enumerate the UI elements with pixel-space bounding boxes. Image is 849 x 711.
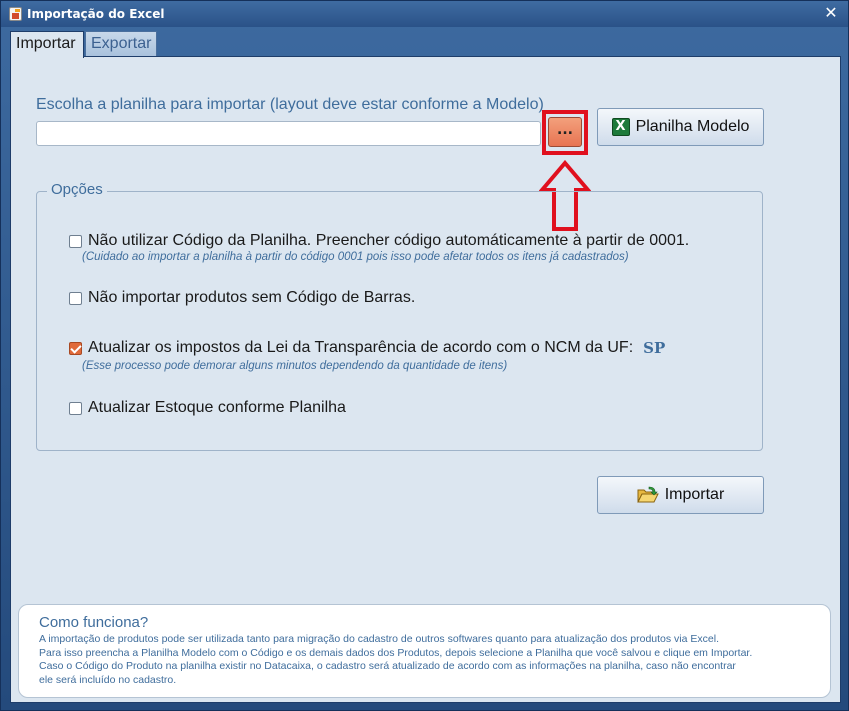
info-line: ele será incluído no cadastro. <box>39 673 177 686</box>
app-icon <box>9 7 22 21</box>
option-label: Atualizar os impostos da Lei da Transpar… <box>88 339 634 356</box>
import-button-label: Importar <box>664 486 725 503</box>
import-excel-window: Importação do Excel ✕ Importar Exportar … <box>0 0 849 711</box>
file-path-input[interactable] <box>36 121 541 146</box>
close-button[interactable]: ✕ <box>822 4 840 22</box>
info-line: A importação de produtos pode ser utiliz… <box>39 633 719 645</box>
info-line: Para isso preencha a Planilha Modelo com… <box>39 646 753 659</box>
planilha-modelo-label: Planilha Modelo <box>635 118 750 135</box>
checkbox-update-taxes[interactable] <box>69 341 82 355</box>
window-title: Importação do Excel <box>27 7 165 21</box>
how-it-works-text: A importação de produtos pode ser utiliz… <box>39 633 819 687</box>
info-line: Caso o Código do Produto na planilha exi… <box>39 660 736 672</box>
uf-value: SP <box>643 339 666 357</box>
option-label: Não importar produtos sem Código de Barr… <box>88 289 416 306</box>
option-update-stock[interactable]: Atualizar Estoque conforme Planilha <box>69 399 346 417</box>
option-skip-no-barcode[interactable]: Não importar produtos sem Código de Barr… <box>69 289 415 307</box>
folder-open-icon <box>636 486 659 503</box>
option-update-taxes[interactable]: Atualizar os impostos da Lei da Transpar… <box>69 339 665 357</box>
option-label: Atualizar Estoque conforme Planilha <box>88 399 346 416</box>
tab-importar[interactable]: Importar <box>10 31 84 58</box>
tab-exportar[interactable]: Exportar <box>85 31 157 56</box>
option-no-sheet-code[interactable]: Não utilizar Código da Planilha. Preench… <box>69 232 689 250</box>
options-legend: Opções <box>47 181 107 198</box>
planilha-modelo-button[interactable]: X Planilha Modelo <box>597 108 764 146</box>
file-picker-label: Escolha a planilha para importar (layout… <box>36 96 544 113</box>
how-it-works-box: Como funciona? A importação de produtos … <box>18 604 831 698</box>
checkbox-skip-no-barcode[interactable] <box>69 291 82 305</box>
how-it-works-title: Como funciona? <box>39 614 149 631</box>
browse-button[interactable]: ... <box>548 117 582 147</box>
import-panel: Escolha a planilha para importar (layout… <box>10 56 841 703</box>
title-bar[interactable]: Importação do Excel ✕ <box>1 1 848 27</box>
import-button[interactable]: Importar <box>597 476 764 514</box>
option-hint: (Cuidado ao importar a planilha à partir… <box>82 251 629 263</box>
option-hint: (Esse processo pode demorar alguns minut… <box>82 360 508 372</box>
checkbox-update-stock[interactable] <box>69 401 82 415</box>
checkbox-no-sheet-code[interactable] <box>69 234 82 248</box>
options-group: Opções Não utilizar Código da Planilha. … <box>36 181 763 451</box>
option-label: Não utilizar Código da Planilha. Preench… <box>88 232 690 249</box>
excel-icon: X <box>611 118 630 136</box>
